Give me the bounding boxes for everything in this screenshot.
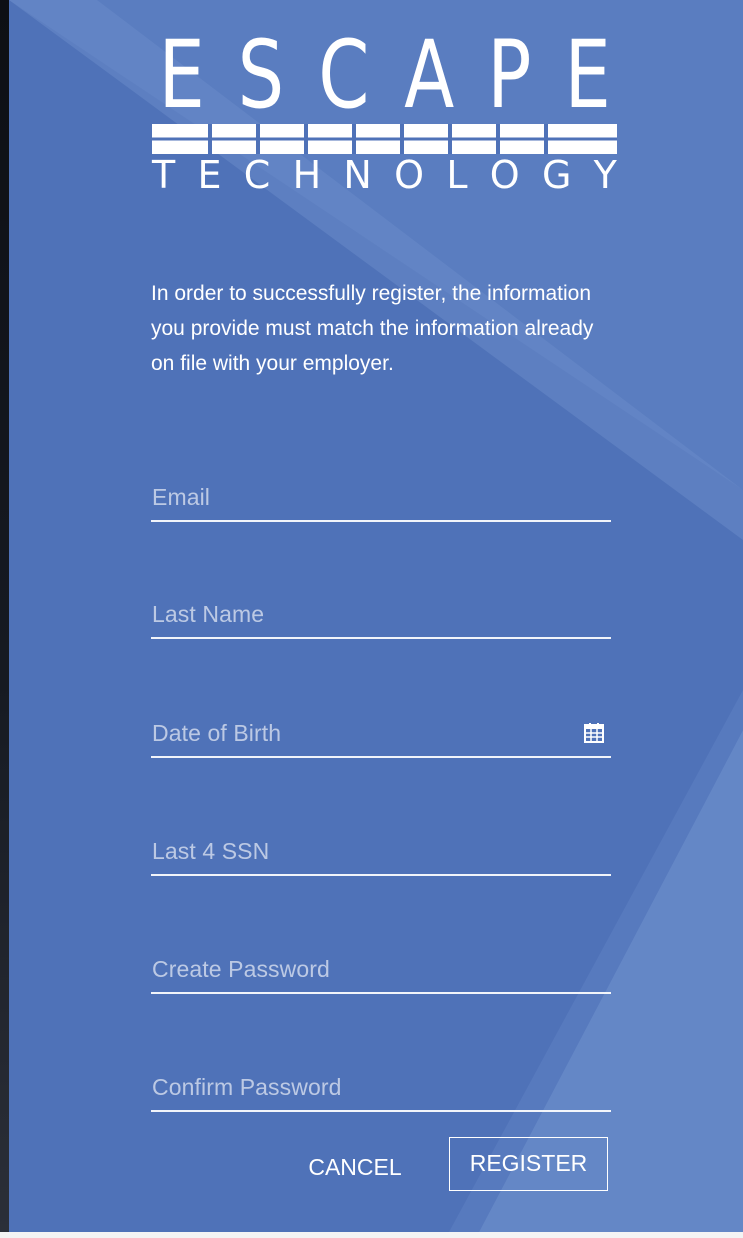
window-edge [0, 0, 9, 1232]
last-name-placeholder: Last Name [152, 601, 265, 627]
bottom-strip [0, 1232, 743, 1238]
create-password-placeholder: Create Password [152, 956, 330, 982]
date-of-birth-placeholder: Date of Birth [152, 720, 282, 746]
confirm-password-placeholder: Confirm Password [152, 1074, 342, 1100]
last-name-field[interactable]: Last Name [151, 587, 611, 639]
last-4-ssn-placeholder: Last 4 SSN [152, 838, 270, 864]
register-button[interactable]: REGISTER [449, 1137, 608, 1191]
last-4-ssn-field[interactable]: Last 4 SSN [151, 824, 611, 876]
company-logo: ESCAPE TECHNOLOGY [152, 21, 617, 197]
logo-segment-bar [152, 124, 617, 154]
calendar-icon[interactable] [583, 722, 605, 744]
registration-instructions: In order to successfully register, the i… [151, 282, 594, 375]
create-password-field[interactable]: Create Password [151, 942, 611, 994]
date-of-birth-field[interactable]: Date of Birth [151, 706, 611, 758]
registration-screen: ESCAPE TECHNOLOGY In order to successful… [0, 0, 743, 1238]
email-placeholder: Email [152, 484, 211, 510]
email-field[interactable]: Email [151, 470, 611, 522]
cancel-button[interactable]: CANCEL [295, 1146, 415, 1188]
confirm-password-field[interactable]: Confirm Password [151, 1060, 611, 1112]
logo-wordmark-escape: ESCAPE [158, 21, 611, 130]
logo-wordmark-technology: TECHNOLOGY [152, 153, 617, 197]
registration-panel: ESCAPE TECHNOLOGY In order to successful… [9, 0, 743, 1232]
